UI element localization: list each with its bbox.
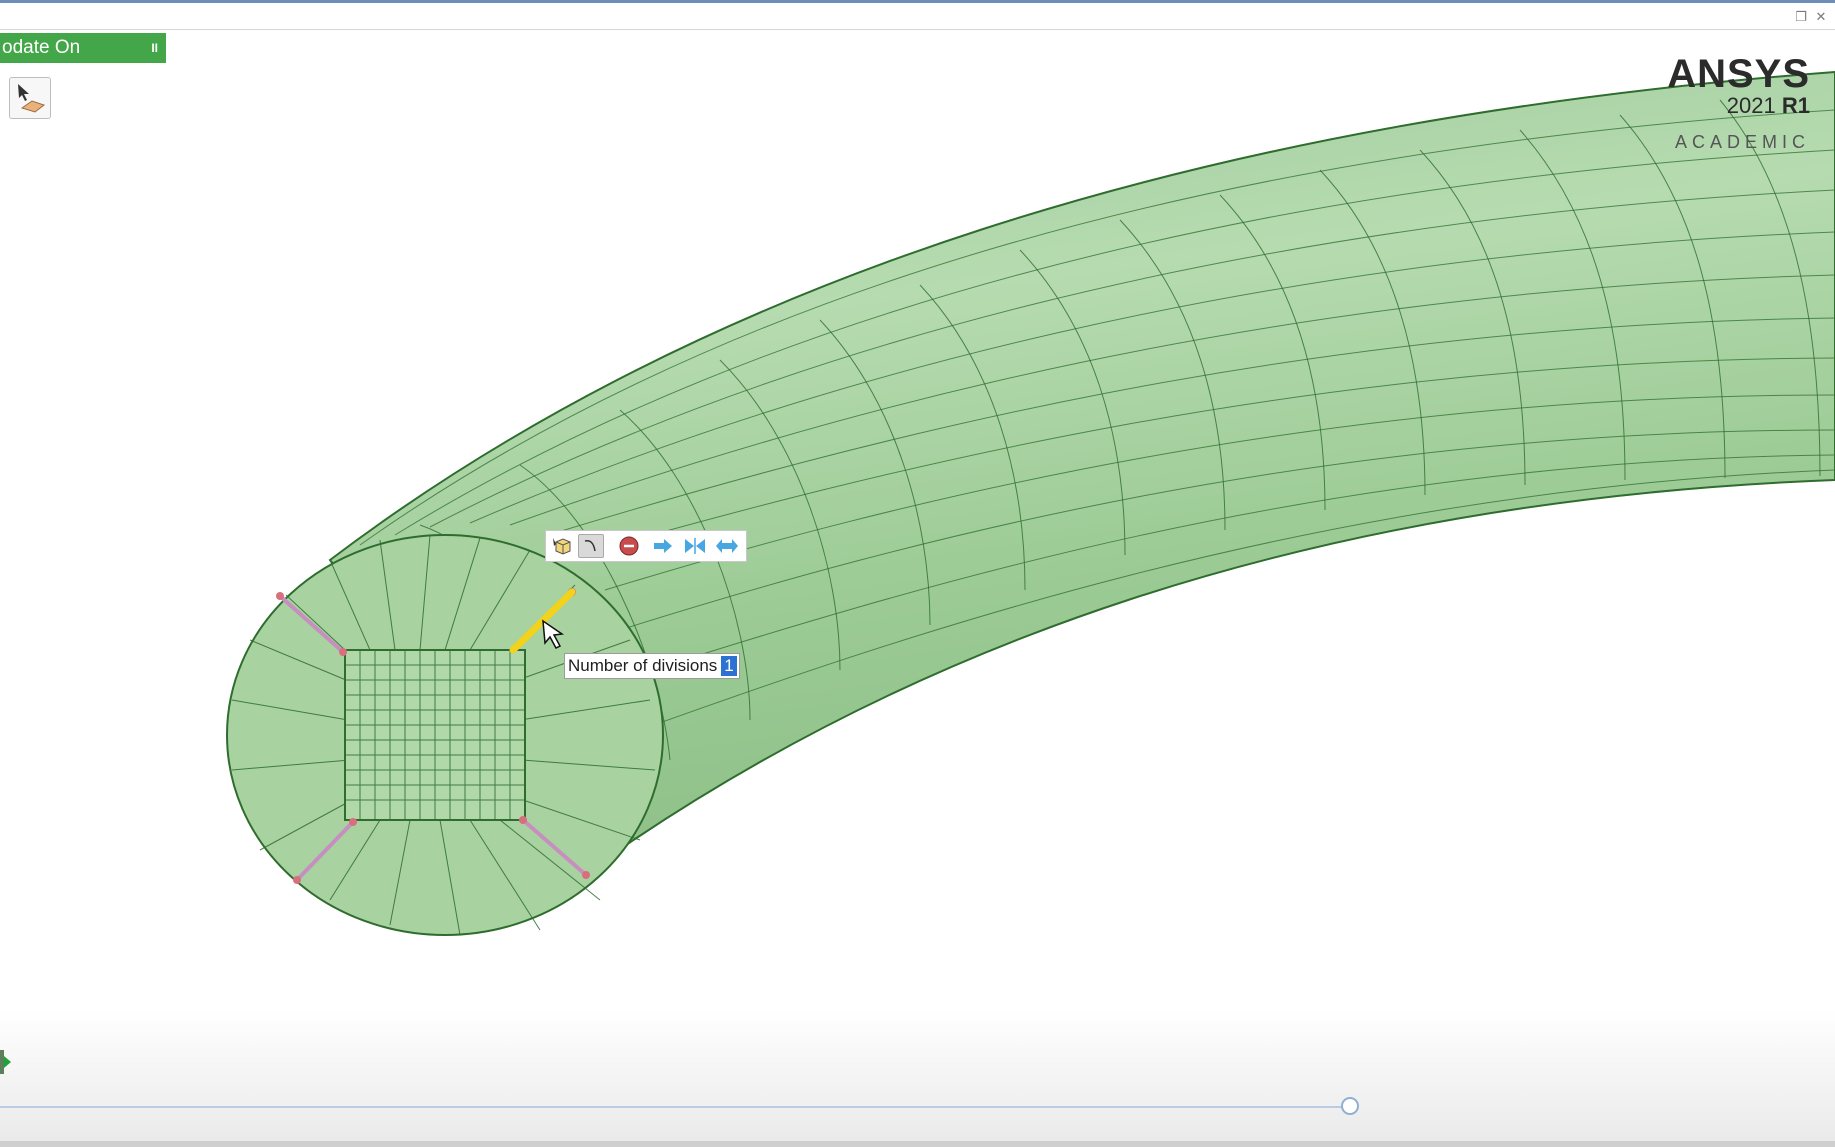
number-of-divisions-field[interactable]: Number of divisions 1 — [564, 653, 740, 679]
timeline-marker-icon[interactable] — [0, 1048, 14, 1076]
brand-name: ANSYS — [1667, 52, 1810, 96]
timeline-track[interactable] — [0, 1106, 1350, 1108]
viewport-3d[interactable] — [0, 30, 1835, 1030]
timeline-panel — [0, 1010, 1835, 1147]
cube-select-icon — [553, 538, 571, 555]
no-entry-button[interactable] — [616, 534, 642, 558]
selection-tool-button[interactable] — [9, 77, 51, 119]
pause-icon[interactable]: II — [151, 33, 158, 63]
cap-core-grid — [344, 649, 526, 821]
edge-curve-button[interactable] — [578, 534, 604, 558]
live-update-banner[interactable]: odate On II — [0, 33, 166, 63]
timeline-slider-knob[interactable] — [1341, 1097, 1359, 1115]
divisions-label: Number of divisions — [568, 656, 718, 675]
no-entry-icon — [619, 536, 639, 556]
pointer-select-icon — [18, 84, 46, 113]
cube-select-button[interactable] — [550, 534, 576, 558]
version-year: 2021 — [1726, 93, 1776, 118]
window-titlebar: ❐ ✕ — [0, 0, 1835, 30]
arrow-right-icon — [654, 539, 672, 553]
restore-icon[interactable]: ❐ — [1794, 11, 1808, 25]
update-label: odate On — [2, 37, 81, 58]
bottom-border — [0, 1141, 1835, 1147]
brand-edition: ACADEMIC — [1674, 132, 1810, 152]
brand-version: 2021 R1 — [1667, 94, 1810, 118]
bias-right-button[interactable] — [650, 534, 676, 558]
version-release: R1 — [1781, 93, 1810, 118]
arrow-double-icon — [716, 539, 738, 553]
ansys-logo: ANSYS 2021 R1 ACADEMIC — [1667, 54, 1810, 152]
bias-double-button[interactable] — [714, 534, 740, 558]
bias-center-button[interactable] — [682, 534, 708, 558]
divisions-input[interactable]: 1 — [721, 656, 737, 676]
edge-curve-icon — [584, 539, 596, 552]
close-icon[interactable]: ✕ — [1814, 11, 1828, 25]
mesh-edge-toolbar — [545, 530, 747, 562]
bias-both-icon — [685, 538, 705, 554]
